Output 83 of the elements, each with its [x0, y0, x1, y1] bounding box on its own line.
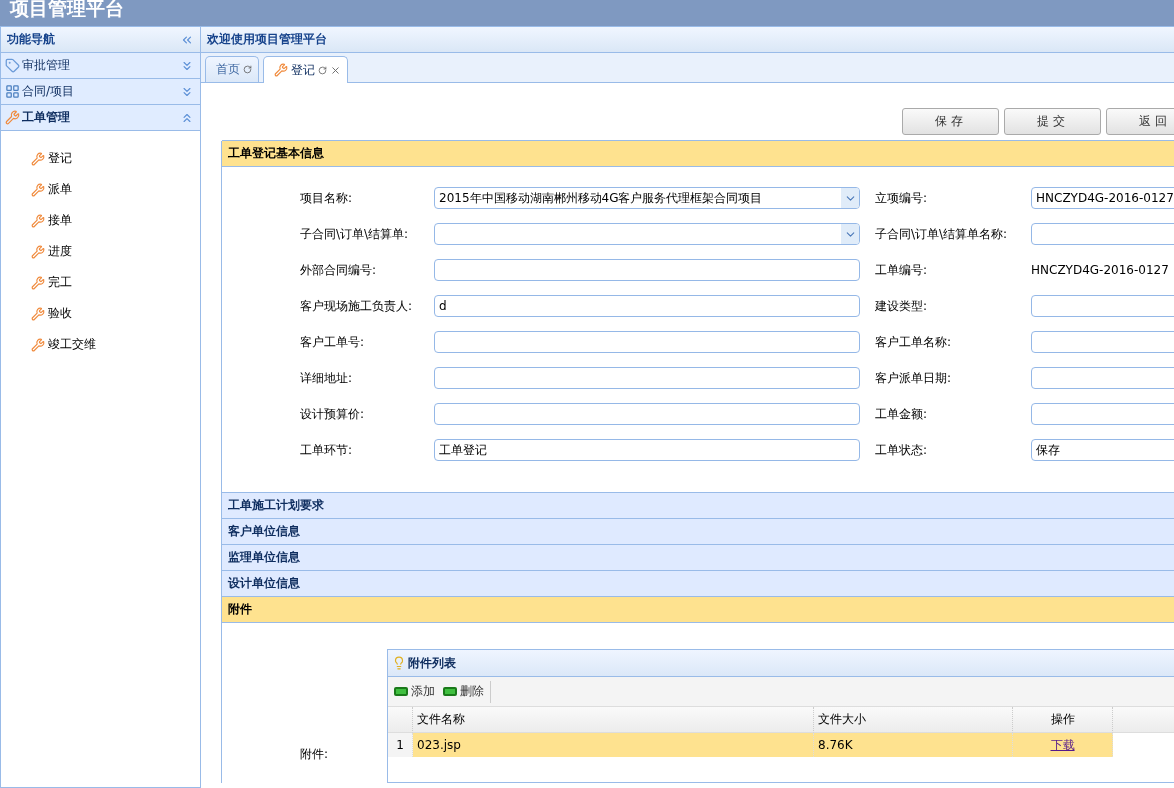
table-cell: 8.76K [814, 733, 1013, 757]
group-label: 合同/项目 [22, 83, 75, 100]
input-field[interactable]: d [434, 295, 860, 317]
field-label: 立项编号: [875, 189, 929, 207]
field-label: 外部合同编号: [300, 261, 378, 279]
wrench-icon [5, 110, 20, 125]
wrench-icon [31, 275, 45, 290]
tab[interactable]: 首页 [205, 56, 259, 82]
select-field[interactable] [434, 223, 860, 245]
column-header: 文件名称 [413, 707, 814, 733]
input-field[interactable]: 保存 [1031, 439, 1174, 461]
section-header[interactable]: 监理单位信息 [222, 544, 1174, 571]
bar-icon [443, 687, 457, 696]
field-label: 工单环节: [300, 441, 354, 459]
toolbar-button[interactable]: 删除 [443, 680, 491, 703]
input-field[interactable] [434, 331, 860, 353]
field-label: 客户派单日期: [875, 369, 953, 387]
section-header[interactable]: 工单登记基本信息 [222, 140, 1174, 167]
row-number: 1 [388, 733, 413, 757]
table-cell: 023.jsp [413, 733, 814, 757]
wrench-icon [274, 63, 288, 77]
nav-item[interactable]: 登记 [48, 150, 72, 167]
field-label: 客户工单名称: [875, 333, 953, 351]
grid-title: 附件列表 [408, 654, 456, 672]
accordion-header[interactable]: 工单管理 [1, 105, 200, 131]
field-label: 建设类型: [875, 297, 929, 315]
column-header: 文件大小 [814, 707, 1013, 733]
wrench-icon [31, 306, 45, 321]
nav-item[interactable]: 竣工交维 [48, 336, 96, 353]
field-label: 子合同\订单\结算单: [300, 225, 410, 243]
tab[interactable]: 登记 [263, 56, 348, 83]
panel-title: 欢迎使用项目管理平台 [207, 31, 327, 48]
action-button[interactable]: 保存 [902, 108, 999, 135]
group-label: 工单管理 [22, 109, 70, 126]
field-label: 项目名称: [300, 189, 354, 207]
field-label: 客户现场施工负责人: [300, 297, 414, 315]
input-field[interactable] [434, 367, 860, 389]
nav-item[interactable]: 进度 [48, 243, 72, 260]
nav-item[interactable]: 派单 [48, 181, 72, 198]
section-header[interactable]: 设计单位信息 [222, 570, 1174, 597]
field-label: 子合同\订单\结算单名称: [875, 225, 1009, 243]
column-header: 操作 [1013, 707, 1113, 733]
wrench-icon [31, 213, 45, 228]
download-link[interactable]: 下载 [1050, 736, 1075, 754]
tag-icon [5, 58, 20, 73]
input-field[interactable]: 工单登记 [434, 439, 860, 461]
section-header[interactable]: 客户单位信息 [222, 518, 1174, 545]
field-label: 设计预算价: [300, 405, 366, 423]
section-header[interactable]: 附件 [222, 596, 1174, 623]
field-label: 工单状态: [875, 441, 929, 459]
accordion-header[interactable]: 合同/项目 [1, 79, 200, 105]
wrench-icon [31, 244, 45, 259]
toolbar-button[interactable]: 添加 [394, 680, 435, 703]
nav-item[interactable]: 完工 [48, 274, 72, 291]
refresh-icon[interactable] [243, 65, 252, 74]
wrench-icon [31, 182, 45, 197]
action-button[interactable]: 提交 [1004, 108, 1101, 135]
panel-title: 功能导航 [7, 31, 55, 48]
lightbulb-icon [392, 656, 406, 670]
accordion-header[interactable]: 审批管理 [1, 53, 200, 79]
grid-icon [5, 84, 20, 99]
input-field[interactable] [434, 259, 860, 281]
select-field[interactable]: 2015年中国移动湖南郴州移动4G客户服务代理框架合同项目 [434, 187, 860, 209]
field-label: 附件: [300, 746, 330, 763]
column-header [1113, 707, 1174, 733]
field-label: 详细地址: [300, 369, 354, 387]
nav-item[interactable]: 接单 [48, 212, 72, 229]
bar-icon [394, 687, 408, 696]
action-button[interactable]: 返回 [1106, 108, 1174, 135]
field-label: 工单金额: [875, 405, 929, 423]
close-icon[interactable] [330, 64, 341, 76]
wrench-icon [31, 151, 45, 166]
group-label: 审批管理 [22, 57, 70, 74]
field-label: 客户工单号: [300, 333, 366, 351]
field-label: 工单编号: [875, 261, 929, 279]
input-field[interactable] [434, 403, 860, 425]
refresh-icon[interactable] [318, 65, 327, 75]
input-field[interactable]: HNCZYD4G-2016-0127 [1031, 187, 1174, 209]
section-header[interactable]: 工单施工计划要求 [222, 492, 1174, 519]
column-header [388, 707, 413, 733]
nav-item[interactable]: 验收 [48, 305, 72, 322]
field-value: HNCZYD4G-2016-0127 [1031, 263, 1169, 277]
wrench-icon [31, 337, 45, 352]
